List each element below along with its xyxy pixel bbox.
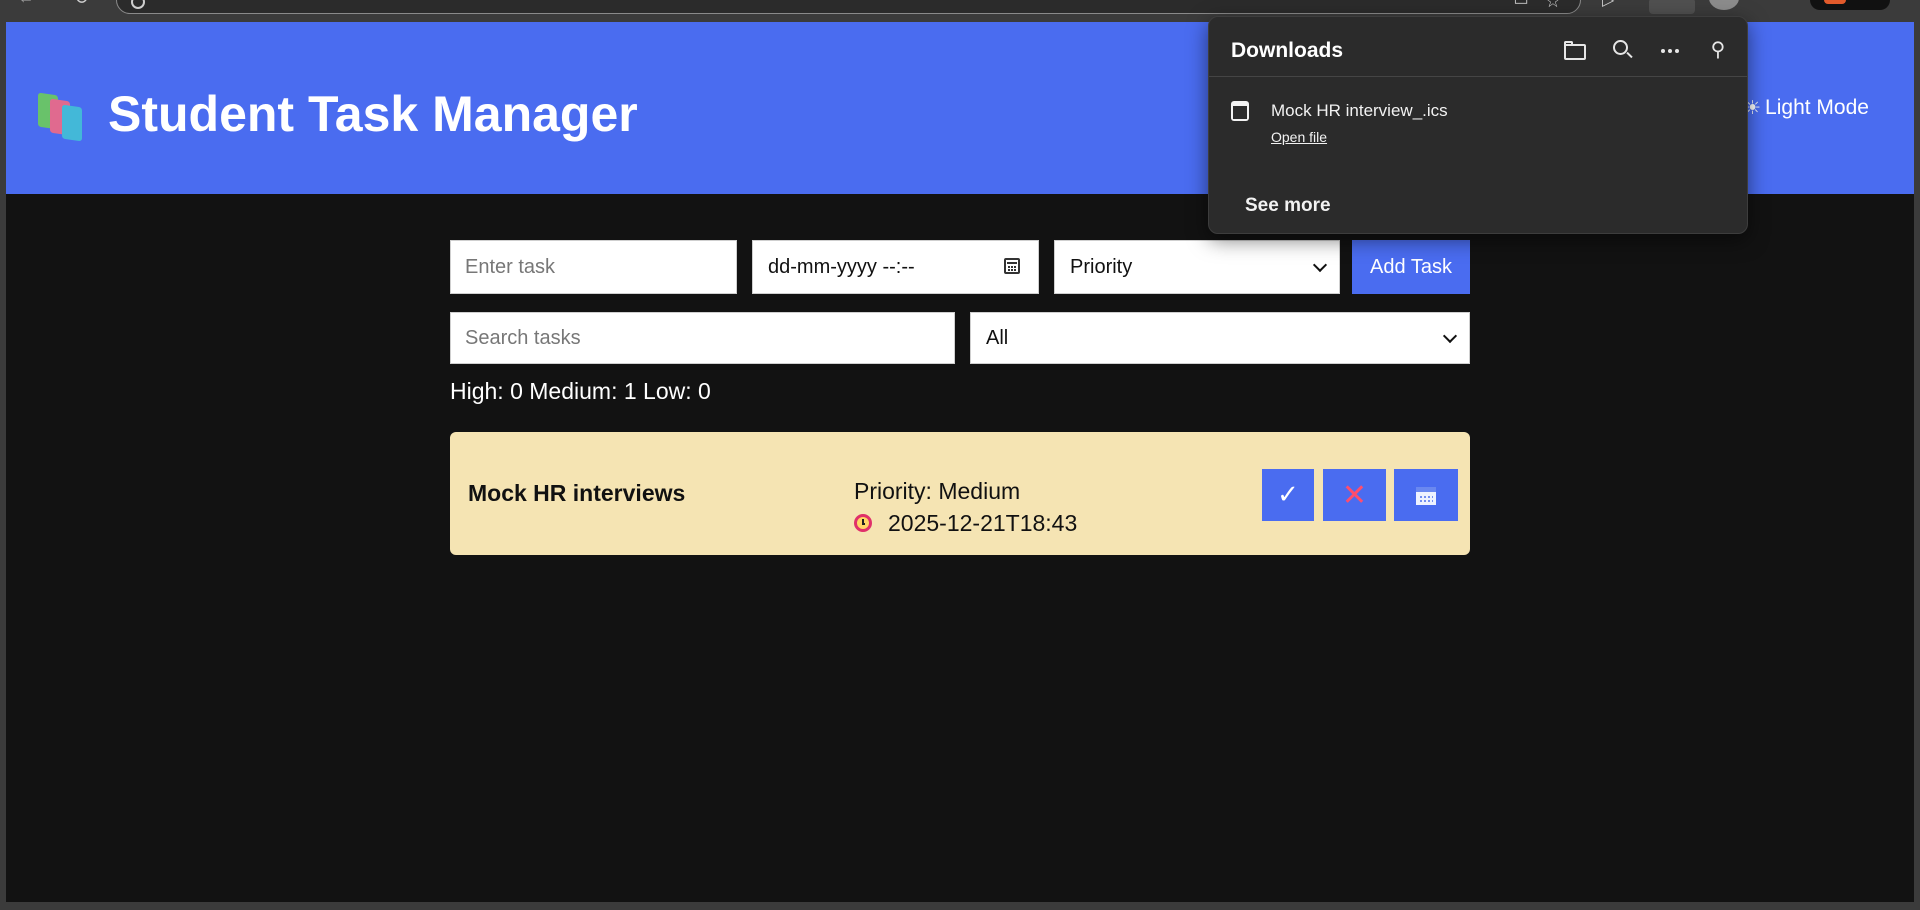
delete-task-button[interactable]: ✕ <box>1323 469 1386 521</box>
file-icon <box>1231 101 1249 121</box>
add-task-button[interactable]: Add Task <box>1352 240 1470 294</box>
page-title: Student Task Manager <box>108 86 638 142</box>
search-input[interactable] <box>450 312 955 364</box>
divider <box>1209 76 1747 77</box>
light-mode-label: Light Mode <box>1765 96 1869 119</box>
open-file-link[interactable]: Open file <box>1271 129 1327 145</box>
extension-button[interactable] <box>1810 0 1890 10</box>
priority-select[interactable]: Priority <box>1054 240 1340 294</box>
open-folder-icon[interactable] <box>1559 35 1589 65</box>
chevron-down-icon <box>1312 257 1328 273</box>
task-due-date: 2025-12-21T18:43 <box>854 510 1077 537</box>
see-more-link[interactable]: See more <box>1245 195 1331 217</box>
light-mode-toggle[interactable]: ☀ Light Mode <box>1744 96 1869 120</box>
due-date-placeholder: dd-mm-yyyy --:-- <box>768 256 915 278</box>
downloads-title: Downloads <box>1231 39 1344 62</box>
task-name: Mock HR interviews <box>468 480 686 506</box>
search-downloads-icon[interactable] <box>1607 35 1637 65</box>
downloads-panel: Downloads ⚲ Mock HR interview_.ics Open … <box>1208 16 1748 234</box>
priority-counts: High: 0 Medium: 1 Low: 0 <box>450 378 711 404</box>
calendar-picker-icon[interactable] <box>1004 258 1020 274</box>
mark-done-button[interactable]: ✓ <box>1262 469 1314 521</box>
add-to-calendar-button[interactable] <box>1394 469 1458 521</box>
books-icon <box>36 92 92 142</box>
extension-icon <box>1824 0 1846 4</box>
task-due-value: 2025-12-21T18:43 <box>888 510 1078 536</box>
address-bar[interactable] <box>116 0 1581 14</box>
reading-view-icon[interactable]: ▭ <box>1510 0 1532 12</box>
task-priority: Priority: Medium <box>854 478 1021 504</box>
alarm-clock-icon <box>854 514 872 532</box>
back-icon[interactable]: ← <box>18 0 34 8</box>
filter-select-value: All <box>986 327 1009 349</box>
task-input[interactable] <box>450 240 737 294</box>
refresh-icon[interactable]: ↻ <box>74 0 89 9</box>
downloads-toolbar-button[interactable] <box>1649 0 1695 14</box>
download-file-name[interactable]: Mock HR interview_.ics <box>1271 101 1448 121</box>
profile-avatar[interactable] <box>1709 0 1739 10</box>
filter-select[interactable]: All <box>970 312 1470 364</box>
priority-select-value: Priority <box>1070 256 1133 278</box>
due-date-input[interactable]: dd-mm-yyyy --:-- <box>752 240 1039 294</box>
calendar-icon <box>1416 486 1436 505</box>
more-options-icon[interactable] <box>1655 35 1685 65</box>
play-icon[interactable]: ▷ <box>1602 0 1614 10</box>
favorite-star-icon[interactable]: ☆ <box>1542 0 1564 12</box>
site-info-icon[interactable] <box>131 0 145 9</box>
task-card: Mock HR interviews Priority: Medium 2025… <box>450 432 1470 555</box>
pin-icon[interactable]: ⚲ <box>1703 35 1733 65</box>
chevron-down-icon <box>1442 328 1458 344</box>
